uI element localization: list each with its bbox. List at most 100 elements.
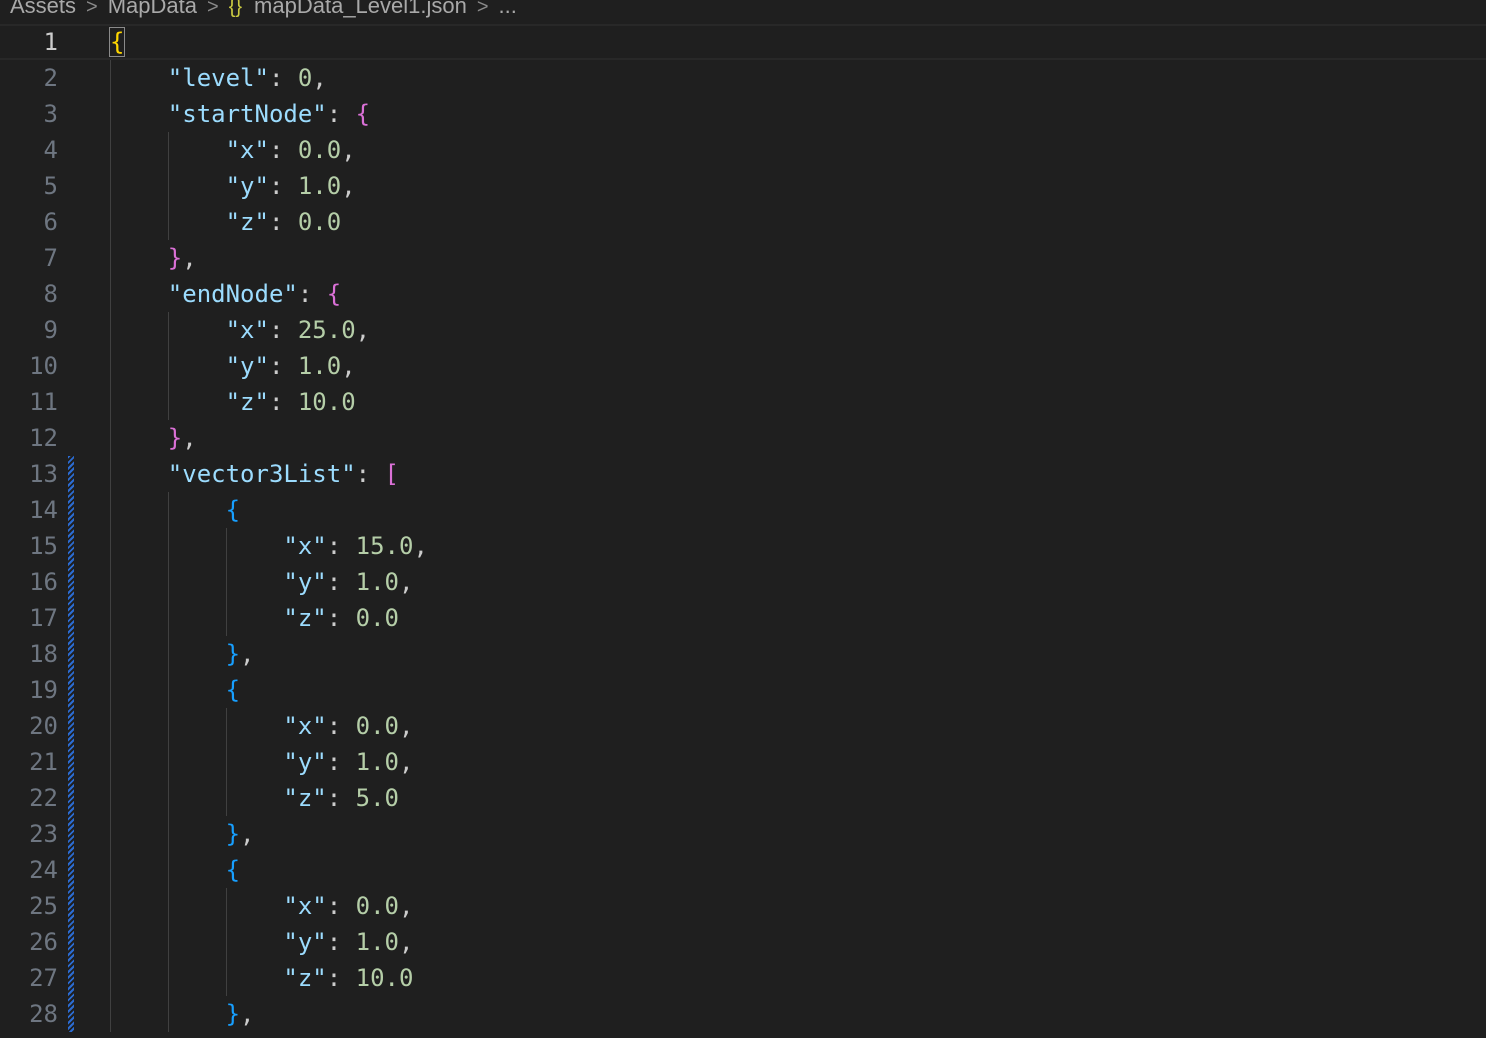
line-code[interactable]: }, — [110, 240, 197, 276]
code-line[interactable]: 6 "z": 0.0 — [0, 204, 1486, 240]
code-line[interactable]: 24 { — [0, 852, 1486, 888]
line-code[interactable]: "z": 0.0 — [110, 600, 399, 636]
json-key: "z" — [225, 388, 269, 416]
json-punctuation — [110, 208, 226, 236]
json-bracket: } — [167, 424, 183, 452]
line-code[interactable]: "x": 0.0, — [110, 132, 356, 168]
json-punctuation: : — [326, 568, 356, 596]
line-code[interactable]: "z": 10.0 — [110, 960, 413, 996]
json-bracket: } — [225, 640, 241, 668]
breadcrumb-assets[interactable]: Assets — [10, 0, 76, 18]
json-punctuation: , — [182, 244, 197, 272]
code-line[interactable]: 9 "x": 25.0, — [0, 312, 1486, 348]
code-line[interactable]: 18 }, — [0, 636, 1486, 672]
code-line[interactable]: 13 "vector3List": [ — [0, 456, 1486, 492]
code-line[interactable]: 28 }, — [0, 996, 1486, 1032]
code-line[interactable]: 22 "z": 5.0 — [0, 780, 1486, 816]
json-punctuation: : — [326, 532, 356, 560]
line-number: 10 — [29, 352, 58, 380]
json-punctuation: : — [355, 460, 385, 488]
code-line[interactable]: 20 "x": 0.0, — [0, 708, 1486, 744]
code-line[interactable]: 5 "y": 1.0, — [0, 168, 1486, 204]
breadcrumb-file-name[interactable]: mapData_Level1.json — [254, 0, 467, 18]
code-line[interactable]: 25 "x": 0.0, — [0, 888, 1486, 924]
line-number: 19 — [29, 676, 58, 704]
code-line[interactable]: 15 "x": 15.0, — [0, 528, 1486, 564]
code-line[interactable]: 10 "y": 1.0, — [0, 348, 1486, 384]
line-code[interactable]: "z": 10.0 — [110, 384, 356, 420]
line-code[interactable]: "y": 1.0, — [110, 924, 413, 960]
chevron-right-icon: > — [476, 0, 489, 18]
line-code[interactable]: "y": 1.0, — [110, 348, 356, 384]
code-line[interactable]: 11 "z": 10.0 — [0, 384, 1486, 420]
line-code[interactable]: "x": 0.0, — [110, 888, 413, 924]
breadcrumb-ellipsis[interactable]: ... — [499, 0, 517, 18]
line-code[interactable]: "startNode": { — [110, 96, 370, 132]
code-line[interactable]: 17 "z": 0.0 — [0, 600, 1486, 636]
code-line[interactable]: 14 { — [0, 492, 1486, 528]
json-punctuation: : — [268, 316, 298, 344]
line-code[interactable]: }, — [110, 420, 197, 456]
line-code[interactable]: "endNode": { — [110, 276, 341, 312]
json-number: 15.0 — [355, 532, 414, 560]
code-line[interactable]: 16 "y": 1.0, — [0, 564, 1486, 600]
code-line[interactable]: 3 "startNode": { — [0, 96, 1486, 132]
json-bracket: } — [167, 244, 183, 272]
json-number: 5.0 — [355, 784, 400, 812]
line-number: 23 — [29, 820, 58, 848]
json-punctuation — [110, 136, 226, 164]
json-punctuation: , — [399, 892, 414, 920]
json-punctuation: , — [341, 352, 356, 380]
line-code[interactable]: "y": 1.0, — [110, 564, 413, 600]
json-punctuation: : — [326, 892, 356, 920]
code-editor[interactable]: 1{2 "level": 0, 3 "startNode": {4 "x": 0.… — [0, 24, 1486, 1038]
json-key: "level" — [167, 64, 269, 92]
line-code[interactable]: }, — [110, 636, 255, 672]
json-key: "z" — [283, 964, 327, 992]
line-code[interactable]: }, — [110, 816, 255, 852]
code-line[interactable]: 26 "y": 1.0, — [0, 924, 1486, 960]
json-bracket: { — [225, 496, 241, 524]
line-code[interactable]: { — [110, 492, 240, 528]
json-key: "startNode" — [167, 100, 327, 128]
line-code[interactable]: { — [108, 24, 126, 60]
json-punctuation — [110, 532, 283, 560]
code-line[interactable]: 4 "x": 0.0, — [0, 132, 1486, 168]
line-code[interactable]: }, — [110, 996, 255, 1032]
json-punctuation — [110, 964, 283, 992]
line-code[interactable]: { — [110, 672, 240, 708]
code-line[interactable]: 21 "y": 1.0, — [0, 744, 1486, 780]
line-code[interactable]: "y": 1.0, — [110, 744, 413, 780]
line-number: 12 — [29, 424, 58, 452]
line-number: 1 — [43, 28, 58, 56]
code-line[interactable]: 19 { — [0, 672, 1486, 708]
json-punctuation — [110, 496, 226, 524]
code-line[interactable]: 2 "level": 0, — [0, 60, 1486, 96]
line-code[interactable]: "x": 15.0, — [110, 528, 428, 564]
json-number: 10.0 — [297, 388, 356, 416]
line-code[interactable]: "level": 0, — [110, 60, 327, 96]
code-line[interactable]: 12 }, — [0, 420, 1486, 456]
json-punctuation: : — [326, 712, 356, 740]
line-code[interactable]: "x": 25.0, — [110, 312, 371, 348]
line-code[interactable]: "vector3List": [ — [110, 456, 399, 492]
code-line[interactable]: 27 "z": 10.0 — [0, 960, 1486, 996]
line-number: 28 — [29, 1000, 58, 1028]
code-line[interactable]: 7 }, — [0, 240, 1486, 276]
breadcrumb-mapdata[interactable]: MapData — [108, 0, 197, 18]
line-code[interactable]: { — [110, 852, 240, 888]
json-punctuation — [110, 640, 226, 668]
line-code[interactable]: "y": 1.0, — [110, 168, 356, 204]
line-code[interactable]: "x": 0.0, — [110, 708, 413, 744]
line-number: 26 — [29, 928, 58, 956]
json-punctuation: : — [326, 604, 356, 632]
json-punctuation: , — [355, 316, 371, 344]
code-line[interactable]: 1{ — [0, 24, 1486, 60]
json-number: 0 — [297, 64, 313, 92]
json-punctuation — [110, 316, 226, 344]
line-code[interactable]: "z": 0.0 — [110, 204, 342, 240]
line-code[interactable]: "z": 5.0 — [110, 780, 399, 816]
line-number: 8 — [43, 280, 58, 308]
code-line[interactable]: 23 }, — [0, 816, 1486, 852]
code-line[interactable]: 8 "endNode": { — [0, 276, 1486, 312]
